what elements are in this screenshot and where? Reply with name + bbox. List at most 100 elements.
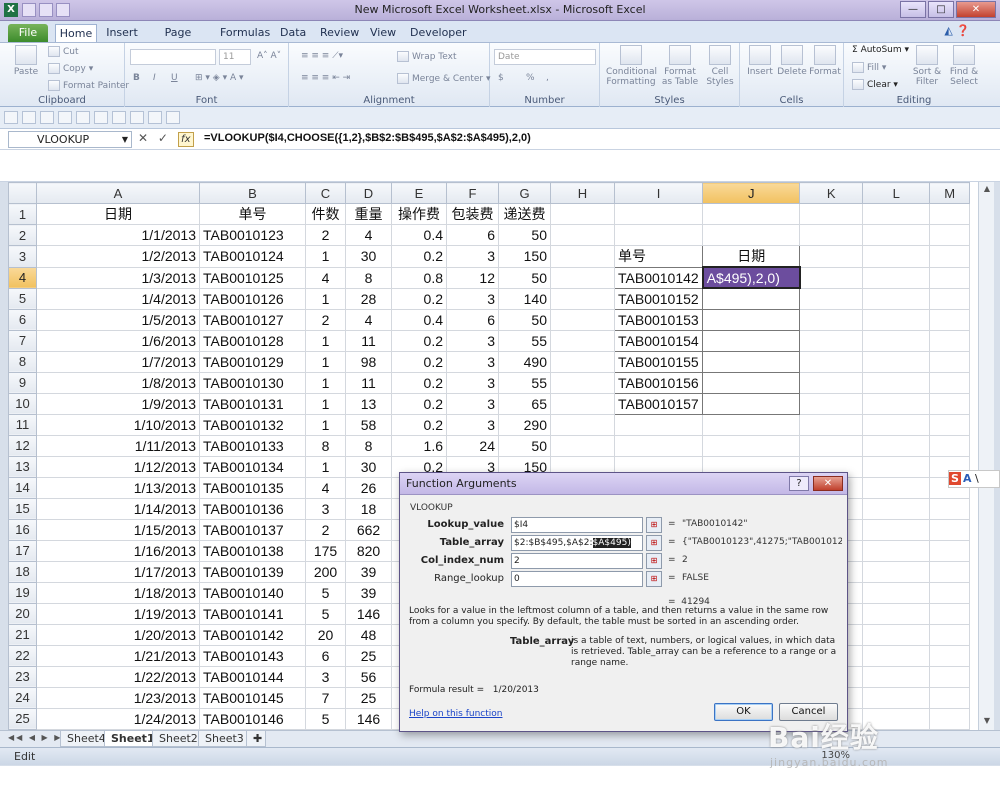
- cell[interactable]: TAB0010130: [199, 371, 306, 394]
- currency-button[interactable]: $: [498, 73, 504, 83]
- col-index-input[interactable]: 2: [511, 553, 643, 569]
- cell[interactable]: [929, 644, 971, 667]
- cell[interactable]: 1/9/2013: [36, 392, 200, 415]
- sheet-tab-sheet2[interactable]: Sheet2: [152, 731, 205, 747]
- cell[interactable]: [929, 560, 971, 583]
- cell[interactable]: 18: [345, 497, 392, 520]
- cell[interactable]: TAB0010152: [613, 287, 704, 310]
- cell[interactable]: 3: [446, 371, 499, 394]
- cell[interactable]: [862, 581, 931, 604]
- cell[interactable]: 58: [345, 413, 392, 436]
- cell[interactable]: TAB0010146: [199, 707, 306, 730]
- active-cell[interactable]: A$495),2,0): [701, 266, 801, 289]
- cell[interactable]: 146: [345, 707, 392, 730]
- align-top-icon[interactable]: ≡ ≡ ≡ ⟋▾: [301, 51, 343, 61]
- cell[interactable]: 50: [498, 224, 551, 246]
- cell[interactable]: [550, 329, 615, 352]
- print-icon[interactable]: [40, 111, 54, 124]
- collapse-dialog-icon[interactable]: ⊞: [646, 517, 662, 533]
- redo-icon[interactable]: [22, 111, 36, 124]
- cell[interactable]: 单号: [613, 245, 704, 268]
- cell[interactable]: [929, 518, 971, 541]
- cell[interactable]: 日期: [36, 203, 200, 225]
- cell[interactable]: 3: [446, 392, 499, 415]
- cell[interactable]: 1/6/2013: [36, 329, 200, 352]
- cell[interactable]: [862, 539, 931, 562]
- cell[interactable]: 1/1/2013: [36, 224, 200, 246]
- cell[interactable]: [550, 308, 615, 331]
- row-header[interactable]: 19: [8, 581, 37, 604]
- format-painter-button[interactable]: Format Painter: [48, 80, 129, 91]
- row-header[interactable]: 11: [8, 413, 37, 436]
- cell[interactable]: 2: [305, 308, 346, 331]
- cell[interactable]: TAB0010143: [199, 644, 306, 667]
- cell[interactable]: 递送费: [498, 203, 551, 225]
- cell[interactable]: [929, 371, 971, 394]
- cell[interactable]: [929, 224, 971, 246]
- cell[interactable]: TAB0010136: [199, 497, 306, 520]
- cell[interactable]: 200: [305, 560, 346, 583]
- cell[interactable]: TAB0010153: [613, 308, 704, 331]
- cell[interactable]: [799, 350, 864, 373]
- cell[interactable]: [702, 434, 801, 457]
- cell[interactable]: 30: [345, 245, 392, 268]
- cell[interactable]: 50: [498, 434, 551, 457]
- cell[interactable]: 50: [498, 266, 551, 289]
- column-header[interactable]: J: [702, 182, 801, 204]
- cell[interactable]: 175: [305, 539, 346, 562]
- cell[interactable]: [862, 518, 931, 541]
- tab-developer[interactable]: Developer: [410, 24, 467, 42]
- cell[interactable]: [862, 497, 931, 520]
- cell[interactable]: [929, 497, 971, 520]
- wrap-text-button[interactable]: Wrap Text: [397, 51, 457, 62]
- cell[interactable]: [799, 392, 864, 415]
- format-as-table-button[interactable]: Format as Table: [658, 45, 702, 87]
- cell[interactable]: [613, 224, 704, 246]
- column-header[interactable]: I: [613, 182, 704, 204]
- cell[interactable]: [799, 245, 864, 268]
- cell[interactable]: 0.4: [391, 308, 447, 331]
- cell[interactable]: 6: [305, 644, 346, 667]
- sort-filter-button[interactable]: Sort & Filter: [910, 45, 944, 87]
- cell[interactable]: 55: [498, 371, 551, 394]
- cell[interactable]: [550, 245, 615, 268]
- cell[interactable]: [550, 392, 615, 415]
- row-header[interactable]: 25: [8, 707, 37, 730]
- cell[interactable]: 1/20/2013: [36, 623, 200, 646]
- cell[interactable]: [702, 413, 801, 436]
- insert-cells-button[interactable]: Insert: [744, 45, 776, 77]
- number-format-select[interactable]: Date: [494, 49, 596, 65]
- cell[interactable]: [929, 434, 971, 457]
- cell[interactable]: 1: [305, 287, 346, 310]
- align-left-icon[interactable]: ≡ ≡ ≡ ⇤ ⇥: [301, 73, 350, 83]
- cell[interactable]: 0.2: [391, 350, 447, 373]
- cell[interactable]: 48: [345, 623, 392, 646]
- minimize-button[interactable]: —: [900, 1, 926, 18]
- cell[interactable]: 1/21/2013: [36, 644, 200, 667]
- cell[interactable]: 50: [498, 308, 551, 331]
- cell[interactable]: TAB0010132: [199, 413, 306, 436]
- cell[interactable]: TAB0010142: [613, 266, 704, 289]
- cell[interactable]: TAB0010129: [199, 350, 306, 373]
- cell[interactable]: 662: [345, 518, 392, 541]
- column-header[interactable]: A: [36, 182, 200, 204]
- collapse-dialog-icon[interactable]: ⊞: [646, 553, 662, 569]
- percent-button[interactable]: %: [526, 73, 535, 83]
- comma-button[interactable]: ,: [546, 73, 549, 83]
- enter-button[interactable]: ✓: [158, 131, 168, 145]
- cell[interactable]: [929, 539, 971, 562]
- cell[interactable]: 1/3/2013: [36, 266, 200, 289]
- font-size-select[interactable]: 11: [219, 49, 251, 65]
- cell[interactable]: TAB0010138: [199, 539, 306, 562]
- cell[interactable]: 1/8/2013: [36, 371, 200, 394]
- cell[interactable]: [862, 476, 931, 499]
- cell[interactable]: TAB0010154: [613, 329, 704, 352]
- cell[interactable]: 8: [345, 266, 392, 289]
- scroll-down-icon[interactable]: ▼: [981, 716, 993, 728]
- cell[interactable]: 820: [345, 539, 392, 562]
- cell[interactable]: [929, 266, 971, 289]
- cell[interactable]: [550, 266, 615, 289]
- cell[interactable]: 1/15/2013: [36, 518, 200, 541]
- cell[interactable]: 0.8: [391, 266, 447, 289]
- cell[interactable]: [929, 665, 971, 688]
